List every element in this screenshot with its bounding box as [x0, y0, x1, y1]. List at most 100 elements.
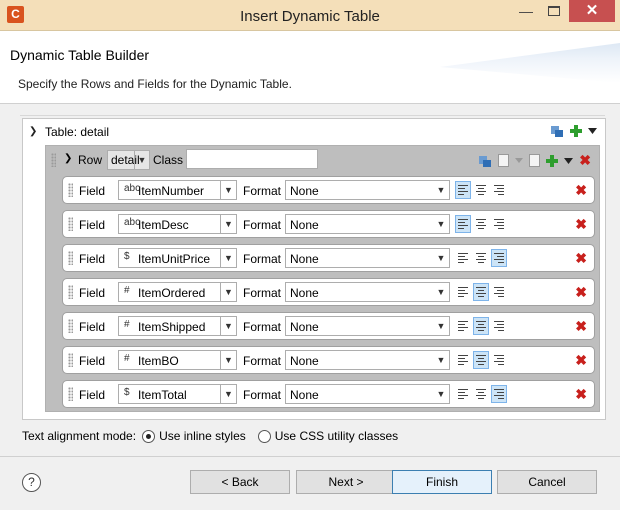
- align-center-button[interactable]: [473, 181, 489, 199]
- maximize-button[interactable]: [541, 2, 567, 22]
- paste-icon[interactable]: [529, 154, 541, 167]
- chevron-down-icon[interactable]: ▼: [220, 351, 236, 369]
- delete-field-icon[interactable]: ✖: [575, 250, 587, 267]
- align-right-button[interactable]: [491, 181, 507, 199]
- divider: [20, 115, 605, 116]
- field-name-select[interactable]: # ItemBO ▼: [118, 350, 237, 370]
- field-name-select[interactable]: # ItemShipped ▼: [118, 316, 237, 336]
- delete-field-icon[interactable]: ✖: [575, 352, 587, 369]
- dropdown-arrow-icon[interactable]: [588, 128, 597, 134]
- field-name-select[interactable]: # ItemOrdered ▼: [118, 282, 237, 302]
- align-center-button[interactable]: [473, 351, 489, 369]
- radio-inline-styles-label[interactable]: Use inline styles: [159, 429, 246, 443]
- drag-handle-icon[interactable]: [51, 153, 56, 167]
- copy-icon[interactable]: [498, 154, 510, 167]
- align-left-button[interactable]: [455, 385, 471, 403]
- align-right-button[interactable]: [491, 385, 507, 403]
- field-name-select[interactable]: abc ItemDesc ▼: [118, 214, 237, 234]
- minimize-button[interactable]: —: [513, 2, 539, 22]
- drag-handle-icon[interactable]: [68, 353, 73, 367]
- radio-css-classes[interactable]: [257, 429, 271, 443]
- drag-handle-icon[interactable]: [68, 319, 73, 333]
- chevron-down-icon[interactable]: ▼: [433, 215, 449, 233]
- align-center-button[interactable]: [473, 317, 489, 335]
- format-select[interactable]: None ▼: [285, 248, 450, 268]
- next-button[interactable]: Next >: [296, 470, 396, 494]
- align-center-button[interactable]: [473, 385, 489, 403]
- chevron-down-icon[interactable]: ▼: [220, 249, 236, 267]
- radio-css-classes-label[interactable]: Use CSS utility classes: [275, 429, 398, 443]
- row-header: ❯ Row detail ▼ Class ✖: [46, 148, 599, 172]
- chevron-down-icon[interactable]: ▼: [220, 283, 236, 301]
- align-left-button[interactable]: [455, 215, 471, 233]
- row-toolbar: ✖: [478, 152, 591, 169]
- drag-handle-icon[interactable]: [68, 285, 73, 299]
- chevron-down-icon[interactable]: ▼: [433, 283, 449, 301]
- alignment-buttons: [455, 215, 507, 233]
- chevron-down-icon[interactable]: ▼: [220, 317, 236, 335]
- row-container: ❯ Row detail ▼ Class ✖ Field abc ItemNum…: [45, 145, 600, 412]
- align-center-button[interactable]: [473, 215, 489, 233]
- cancel-button[interactable]: Cancel: [497, 470, 597, 494]
- chevron-down-icon[interactable]: ▼: [220, 181, 236, 199]
- field-name-select[interactable]: abc ItemNumber ▼: [118, 180, 237, 200]
- close-button[interactable]: ✕: [569, 0, 615, 22]
- finish-button[interactable]: Finish: [392, 470, 492, 494]
- delete-field-icon[interactable]: ✖: [575, 216, 587, 233]
- dropdown-arrow-icon[interactable]: [564, 157, 574, 164]
- format-value: None: [290, 354, 319, 368]
- align-left-button[interactable]: [455, 181, 471, 199]
- chevron-down-icon[interactable]: ❯: [64, 153, 72, 164]
- dropdown-arrow-icon[interactable]: [515, 158, 524, 163]
- align-center-button[interactable]: [473, 283, 489, 301]
- add-icon[interactable]: [570, 125, 582, 137]
- drag-handle-icon[interactable]: [68, 387, 73, 401]
- delete-field-icon[interactable]: ✖: [575, 318, 587, 335]
- format-select[interactable]: None ▼: [285, 180, 450, 200]
- delete-field-icon[interactable]: ✖: [575, 182, 587, 199]
- link-table-icon[interactable]: [550, 124, 564, 138]
- back-button[interactable]: < Back: [190, 470, 290, 494]
- chevron-down-icon[interactable]: ▼: [134, 151, 149, 169]
- delete-row-icon[interactable]: ✖: [579, 152, 591, 169]
- drag-handle-icon[interactable]: [68, 251, 73, 265]
- chevron-down-icon[interactable]: ❯: [29, 126, 41, 137]
- link-row-icon[interactable]: [478, 154, 492, 168]
- chevron-down-icon[interactable]: ▼: [220, 385, 236, 403]
- format-select[interactable]: None ▼: [285, 316, 450, 336]
- align-left-button[interactable]: [455, 283, 471, 301]
- chevron-down-icon[interactable]: ▼: [433, 249, 449, 267]
- align-left-button[interactable]: [455, 351, 471, 369]
- delete-field-icon[interactable]: ✖: [575, 284, 587, 301]
- format-select[interactable]: None ▼: [285, 282, 450, 302]
- chevron-down-icon[interactable]: ▼: [433, 317, 449, 335]
- field-name-select[interactable]: $ ItemUnitPrice ▼: [118, 248, 237, 268]
- drag-handle-icon[interactable]: [68, 217, 73, 231]
- align-right-button[interactable]: [491, 249, 507, 267]
- help-button[interactable]: ?: [22, 473, 41, 492]
- row-select[interactable]: detail ▼: [107, 150, 150, 170]
- chevron-down-icon[interactable]: ▼: [433, 351, 449, 369]
- field-name-value: ItemTotal: [138, 388, 187, 402]
- align-right-button[interactable]: [491, 215, 507, 233]
- class-input[interactable]: [186, 149, 318, 169]
- format-select[interactable]: None ▼: [285, 384, 450, 404]
- format-select[interactable]: None ▼: [285, 350, 450, 370]
- field-name-select[interactable]: $ ItemTotal ▼: [118, 384, 237, 404]
- divider: [0, 456, 620, 457]
- delete-field-icon[interactable]: ✖: [575, 386, 587, 403]
- align-right-button[interactable]: [491, 283, 507, 301]
- drag-handle-icon[interactable]: [68, 183, 73, 197]
- radio-inline-styles[interactable]: [142, 429, 156, 443]
- align-right-button[interactable]: [491, 351, 507, 369]
- chevron-down-icon[interactable]: ▼: [220, 215, 236, 233]
- align-left-button[interactable]: [455, 249, 471, 267]
- align-left-button[interactable]: [455, 317, 471, 335]
- table-node[interactable]: ❯: [29, 123, 41, 141]
- align-right-button[interactable]: [491, 317, 507, 335]
- add-icon[interactable]: [546, 154, 559, 167]
- format-select[interactable]: None ▼: [285, 214, 450, 234]
- chevron-down-icon[interactable]: ▼: [433, 181, 449, 199]
- align-center-button[interactable]: [473, 249, 489, 267]
- chevron-down-icon[interactable]: ▼: [433, 385, 449, 403]
